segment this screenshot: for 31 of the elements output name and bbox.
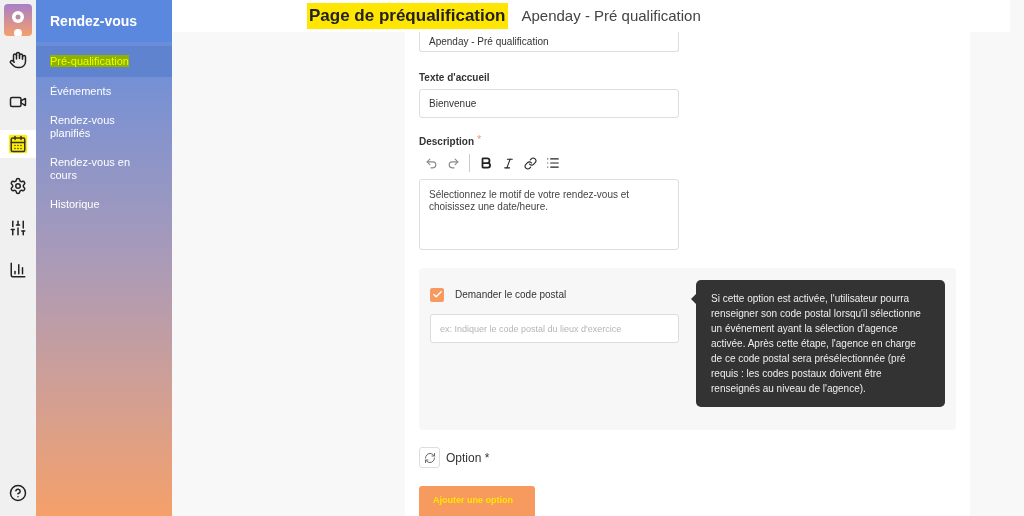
calendar-icon[interactable] — [0, 130, 36, 158]
bold-icon[interactable] — [479, 156, 493, 170]
option-label: Option * — [446, 449, 490, 467]
logo-icon[interactable] — [4, 4, 32, 36]
field-label: Description — [419, 135, 474, 149]
page-subtitle: Apenday - Pré qualification — [521, 5, 701, 26]
nav-item[interactable]: Rendez-vous en cours — [36, 148, 172, 190]
required-mark: * — [477, 134, 482, 144]
checkbox-label: Demander le code postal — [455, 288, 567, 302]
help-icon[interactable] — [9, 484, 27, 502]
field-label: Texte d'accueil — [419, 71, 491, 85]
undo-icon[interactable] — [425, 156, 438, 170]
name-field[interactable]: Apenday - Pré qualification — [419, 32, 679, 52]
redo-icon[interactable] — [447, 156, 460, 170]
italic-icon[interactable] — [502, 156, 515, 170]
description-editor[interactable]: Sélectionnez le motif de votre rendez-vous et choisissez une date/heure. — [419, 179, 679, 250]
page-title: Page de préqualification — [307, 3, 508, 29]
add-option-button[interactable]: Ajouter une option — [419, 486, 535, 516]
link-icon[interactable] — [524, 156, 537, 170]
nav-item[interactable]: Pré-qualification — [36, 46, 172, 77]
refresh-icon — [423, 451, 436, 464]
checkbox[interactable] — [430, 287, 444, 302]
list-icon[interactable] — [546, 156, 560, 170]
refresh-button[interactable] — [419, 447, 440, 468]
postal-code-field[interactable]: ex: Indiquer le code postal du lieux d'exercice — [430, 314, 679, 343]
welcome-field[interactable]: Bienvenue — [419, 89, 679, 118]
nav-item[interactable]: Rendez-vous planifiés — [36, 106, 172, 148]
nav-title: Rendez-vous — [50, 11, 138, 31]
nav-item[interactable]: Historique — [36, 190, 172, 219]
tooltip: Si cette option est activée, l'utilisateur pourra renseigner son code postal lorsqu'il sélectionne un événement ayant la sélection d'agence activée. Après cette étape, l'agence en charge de ce code postal sera présélectionnée (pré requis : les codes postaux doivent être renseignés au niveau de l'agence). — [696, 280, 945, 407]
nav-item[interactable]: Événements — [36, 77, 172, 106]
